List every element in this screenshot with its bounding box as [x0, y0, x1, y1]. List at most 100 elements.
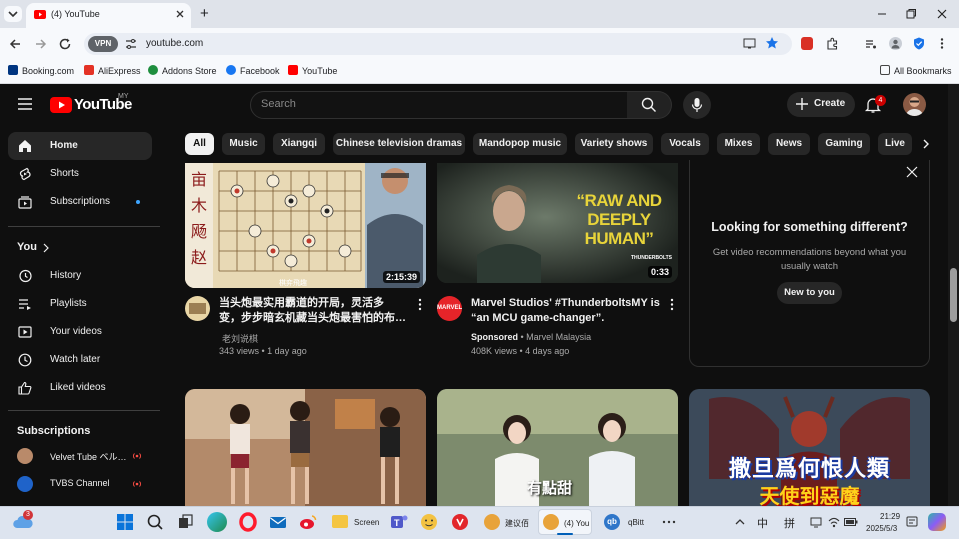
sidebar-item-watch-later[interactable]: Watch later — [8, 346, 152, 374]
video-thumbnail[interactable] — [185, 389, 426, 507]
close-tab-icon[interactable] — [174, 8, 186, 20]
search-input[interactable] — [250, 91, 628, 119]
video-menu-icon[interactable] — [416, 298, 424, 311]
extension-red-icon[interactable] — [801, 37, 813, 50]
ime-mode[interactable]: 拼 — [784, 515, 795, 531]
taskbar-app-qbittorrent[interactable]: qb qBitt — [600, 510, 652, 534]
copilot-icon[interactable] — [928, 513, 946, 531]
create-button[interactable]: Create — [787, 92, 855, 117]
sidebar-item-playlists[interactable]: Playlists — [8, 290, 152, 318]
reload-button[interactable] — [58, 37, 72, 51]
chip-gaming[interactable]: Gaming — [818, 133, 870, 155]
thunderbolts-logo: THUNDERBOLTS — [631, 255, 673, 261]
chip-variety-shows[interactable]: Variety shows — [575, 133, 653, 155]
account-avatar[interactable] — [903, 93, 926, 116]
chip-all[interactable]: All — [185, 133, 214, 155]
sidebar-item-your-videos[interactable]: Your videos — [8, 318, 152, 346]
url-text[interactable]: youtube.com — [146, 38, 203, 49]
more-apps-icon[interactable] — [660, 514, 678, 530]
restore-button[interactable] — [903, 6, 919, 22]
browser-menu-icon[interactable] — [938, 37, 946, 50]
sidebar-item-home[interactable]: Home — [8, 132, 152, 160]
edge-icon[interactable] — [207, 512, 227, 532]
bookmark-booking[interactable]: Booking.com — [8, 65, 74, 77]
app-emoji-icon[interactable] — [419, 512, 439, 532]
clock-date[interactable]: 2025/5/3 — [866, 524, 897, 533]
bookmark-youtube[interactable]: YouTube — [288, 65, 337, 77]
video-thumbnail[interactable]: 有點甜 — [437, 389, 678, 507]
cast-icon[interactable] — [743, 37, 756, 50]
ime-language[interactable]: 中 — [757, 515, 768, 531]
teams-icon[interactable]: T — [389, 512, 409, 532]
sidebar-item-history[interactable]: History — [8, 262, 152, 290]
mail-icon[interactable] — [268, 512, 288, 532]
vpn-badge[interactable]: VPN — [88, 36, 118, 52]
bookmark-aliexpress[interactable]: AliExpress — [84, 65, 141, 77]
notification-center-icon[interactable] — [906, 515, 918, 528]
bookmark-star-icon[interactable] — [765, 36, 779, 50]
new-to-you-button[interactable]: New to you — [777, 282, 842, 304]
media-controls-icon[interactable] — [865, 38, 877, 50]
shield-extension-icon[interactable] — [913, 37, 925, 50]
weibo-icon[interactable] — [298, 512, 318, 532]
wifi-icon[interactable] — [828, 516, 840, 528]
taskbar-app-youtube[interactable]: (4) You — [538, 509, 592, 535]
video-title[interactable]: Marvel Studios' #ThunderboltsMY is “an M… — [471, 296, 667, 326]
app-red-icon[interactable] — [450, 512, 470, 532]
chip-mandopop[interactable]: Mandopop music — [473, 133, 567, 155]
extensions-puzzle-icon[interactable] — [826, 37, 839, 50]
chip-mixes[interactable]: Mixes — [717, 133, 760, 155]
chip-vocals[interactable]: Vocals — [661, 133, 709, 155]
microphone-icon — [691, 98, 703, 112]
clock-time[interactable]: 21:29 — [880, 512, 900, 521]
new-tab-button[interactable]: + — [200, 5, 209, 22]
bookmark-facebook[interactable]: Facebook — [226, 65, 280, 77]
opera-icon[interactable] — [238, 512, 258, 532]
dismiss-card-button[interactable] — [905, 165, 919, 179]
display-icon[interactable] — [810, 516, 822, 528]
guide-menu-button[interactable] — [17, 97, 33, 111]
chip-news[interactable]: News — [768, 133, 810, 155]
sidebar-label: Home — [50, 140, 78, 151]
start-button[interactable] — [115, 512, 135, 532]
you-section-heading[interactable]: You — [17, 241, 77, 255]
sidebar-item-liked-videos[interactable]: Liked videos — [8, 374, 152, 402]
chips-next-button[interactable] — [917, 133, 935, 155]
back-button[interactable] — [8, 37, 22, 51]
video-thumbnail[interactable]: “RAW AND DEEPLY HUMAN” THUNDERBOLTS 0:33 — [437, 163, 678, 283]
video-thumbnail[interactable]: 撒旦爲何恨人類 天使到惡魔 — [689, 389, 930, 507]
channel-avatar[interactable]: MARVEL — [437, 296, 462, 321]
bookmark-addons-store[interactable]: Addons Store — [148, 65, 217, 77]
sidebar-item-subscriptions[interactable]: Subscriptions — [8, 188, 152, 216]
sidebar-sub-tvbs[interactable]: TVBS Channel — [8, 470, 152, 498]
close-window-button[interactable] — [934, 6, 950, 22]
sidebar-sub-velvet-tube[interactable]: Velvet Tube ベル… — [8, 442, 152, 470]
channel-name[interactable]: Marvel Malaysia — [526, 332, 591, 342]
minimize-button[interactable] — [874, 6, 890, 22]
forward-button[interactable] — [34, 37, 48, 51]
taskbar-app-screenshot[interactable]: Screen — [328, 510, 380, 534]
chip-live[interactable]: Live — [878, 133, 912, 155]
chip-xiangqi[interactable]: Xiangqi — [273, 133, 325, 155]
video-menu-icon[interactable] — [668, 298, 676, 311]
taskbar-app-browser-1[interactable]: 建议佰 — [480, 510, 532, 534]
video-thumbnail[interactable]: 亩 木 飏 赵 棋弈飛趣 2:15:39 — [185, 163, 426, 288]
sidebar-item-shorts[interactable]: Shorts — [8, 160, 152, 188]
voice-search-button[interactable] — [683, 91, 711, 119]
tab-list-button[interactable] — [4, 6, 22, 22]
all-bookmarks-button[interactable]: All Bookmarks — [880, 65, 952, 77]
scrollbar-thumb[interactable] — [950, 268, 957, 322]
chip-chinese-tv-dramas[interactable]: Chinese television dramas — [333, 133, 465, 155]
profile-icon[interactable] — [889, 37, 902, 50]
video-title[interactable]: 当头炮最实用霸道的开局，灵活多 变，步步暗玄机藏当头炮最害怕的布… — [219, 296, 415, 326]
tray-overflow-icon[interactable] — [734, 516, 746, 528]
task-view-icon[interactable] — [175, 512, 195, 532]
chip-music[interactable]: Music — [222, 133, 265, 155]
taskbar-search-icon[interactable] — [145, 512, 165, 532]
youtube-logo[interactable]: YouTube MY — [50, 93, 140, 114]
channel-name[interactable]: 老刘说棋 — [222, 332, 258, 345]
sidebar-divider — [8, 410, 160, 411]
site-settings-icon[interactable] — [125, 38, 137, 50]
battery-icon[interactable] — [844, 517, 858, 527]
channel-avatar[interactable] — [185, 296, 210, 321]
